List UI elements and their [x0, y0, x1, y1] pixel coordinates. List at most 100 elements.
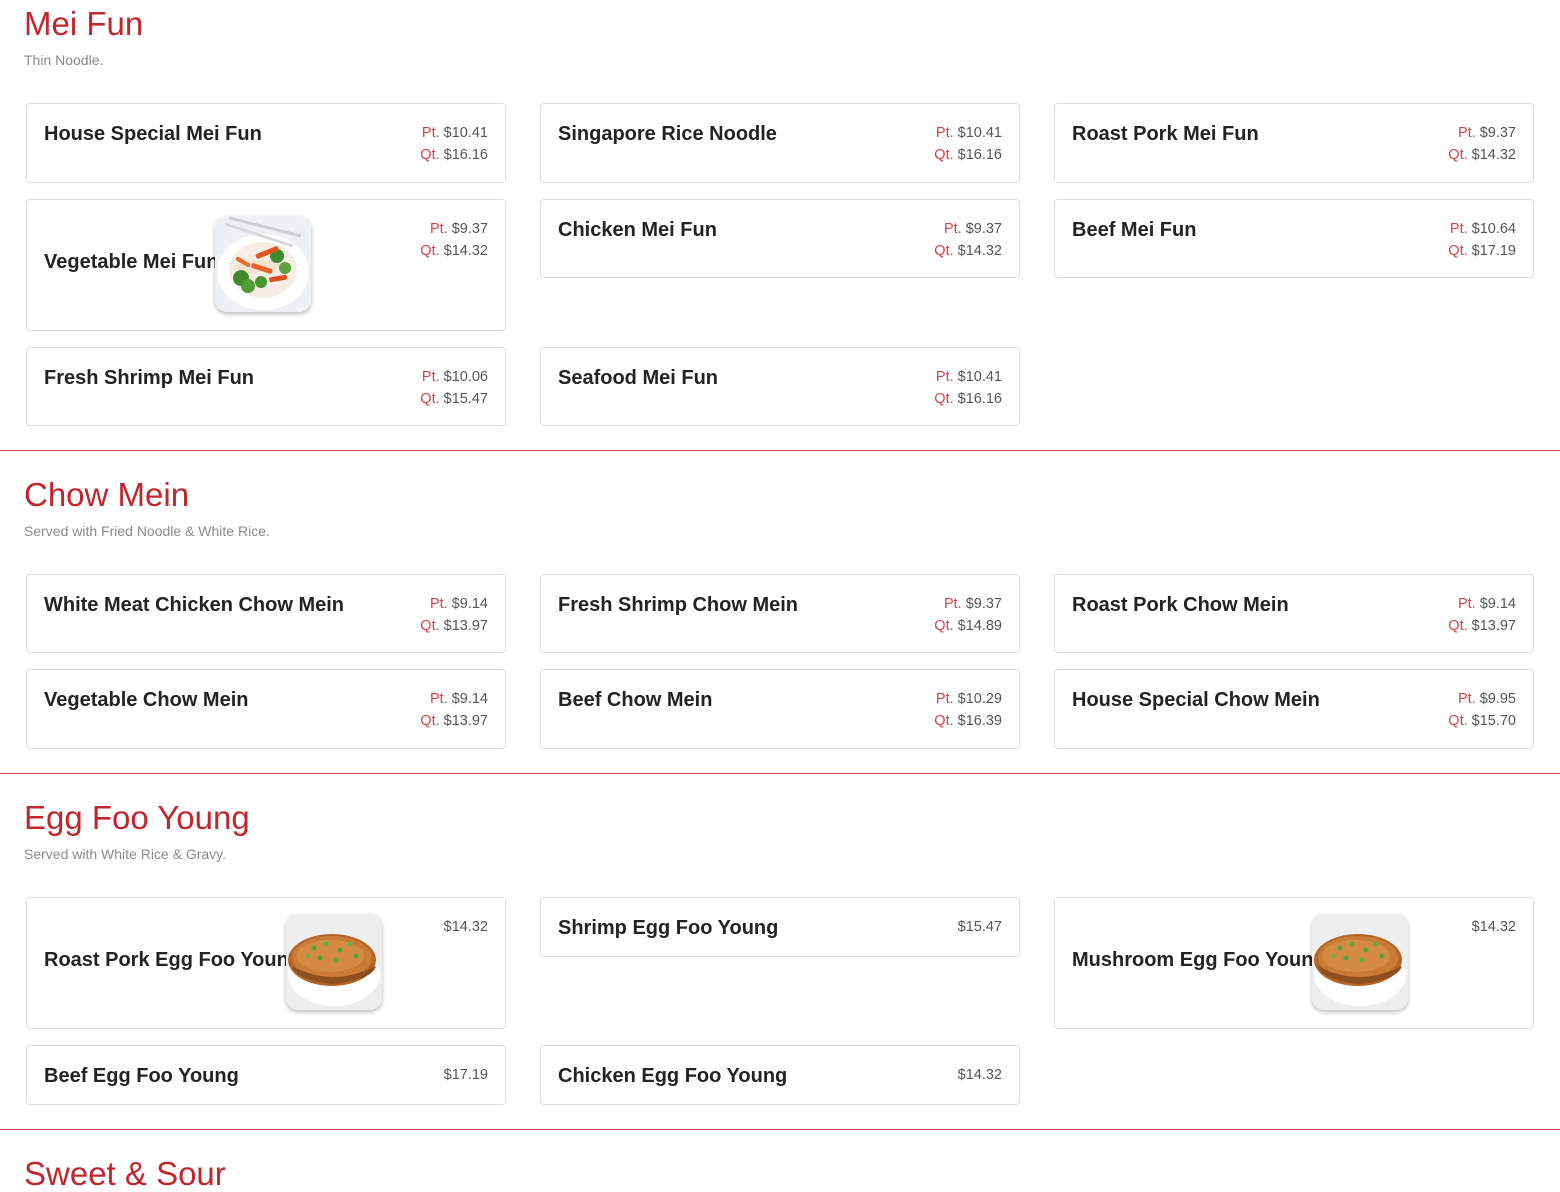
item-name: Fresh Shrimp Chow Mein [558, 594, 799, 616]
section-description: Served with White Rice & Gravy. [24, 846, 227, 862]
item-name: Seafood Mei Fun [558, 367, 718, 389]
item-prices: Pt. $9.14 Qt. $13.97 [420, 594, 488, 637]
pint-price: $9.14 [1479, 596, 1516, 612]
quart-price: $14.32 [1471, 146, 1516, 163]
item-prices: $14.32 [444, 917, 488, 939]
menu-item-card[interactable]: Fresh Shrimp Chow Mein Pt. $9.37 Qt. $14.8… [540, 574, 1020, 653]
item-prices: Pt. $9.37 Qt. $14.32 [1448, 123, 1516, 166]
section-title: Sweet & Sour [24, 1155, 226, 1192]
quart-label: Qt. [1448, 712, 1468, 729]
section-mei-fun: Mei Fun Thin Noodle. House Special Mei F… [0, 0, 1560, 451]
quart-label: Qt. [934, 617, 954, 634]
quart-price: $16.16 [443, 146, 488, 163]
quart-label: Qt. [420, 146, 440, 163]
item-name: Roast Pork Egg Foo Young [44, 949, 302, 971]
item-name: Roast Pork Chow Mein [1072, 594, 1289, 616]
item-prices: Pt. $9.95 Qt. $15.70 [1448, 689, 1516, 732]
pint-price: $10.29 [957, 691, 1002, 707]
menu-item-card[interactable]: Roast Pork Egg Foo Young $14.32 [26, 897, 506, 1029]
pint-price: $9.14 [451, 596, 488, 612]
pint-label: Pt. [429, 221, 448, 237]
quart-price: $14.32 [957, 242, 1002, 259]
section-sweet-and-sour: Sweet & Sour [0, 1130, 1560, 1190]
item-prices: Pt. $10.41 Qt. $16.16 [934, 123, 1002, 166]
pint-price: $9.37 [1479, 125, 1516, 141]
pint-label: Pt. [1457, 596, 1476, 612]
menu-item-card[interactable]: Seafood Mei Fun Pt. $10.41 Qt. $16.16 [540, 347, 1020, 426]
quart-price: $13.97 [1471, 617, 1516, 634]
pint-label: Pt. [935, 691, 954, 707]
item-name: Chicken Mei Fun [558, 219, 717, 241]
item-name: Vegetable Mei Fun [44, 251, 219, 273]
menu-item-card[interactable]: Shrimp Egg Foo Young $15.47 [540, 897, 1020, 957]
quart-label: Qt. [420, 390, 440, 407]
pint-price: $9.37 [965, 596, 1002, 612]
item-name: Roast Pork Mei Fun [1072, 123, 1259, 145]
egg-foo-young-photo[interactable] [286, 914, 382, 1010]
item-prices: Pt. $10.41 Qt. $16.16 [420, 123, 488, 166]
section-title: Egg Foo Young [24, 799, 250, 836]
item-prices: Pt. $9.37 Qt. $14.32 [420, 219, 488, 262]
item-name: Singapore Rice Noodle [558, 123, 777, 145]
quart-price: $16.16 [957, 390, 1002, 407]
item-prices: $14.32 [958, 1065, 1002, 1087]
pint-label: Pt. [935, 125, 954, 141]
quart-price: $16.16 [957, 146, 1002, 163]
quart-price: $14.32 [443, 242, 488, 259]
item-name: Chicken Egg Foo Young [558, 1065, 788, 1087]
pint-label: Pt. [429, 596, 448, 612]
item-price: $15.47 [957, 919, 1002, 935]
quart-price: $13.97 [443, 712, 488, 729]
item-name: Fresh Shrimp Mei Fun [44, 367, 255, 389]
pint-label: Pt. [935, 369, 954, 385]
pint-label: Pt. [943, 221, 962, 237]
menu-item-card[interactable]: House Special Chow Mein Pt. $9.95 Qt. $15.… [1054, 669, 1534, 749]
item-prices: $17.19 [444, 1065, 488, 1087]
menu-item-card[interactable]: Fresh Shrimp Mei Fun Pt. $10.06 Qt. $15.47 [26, 347, 506, 426]
item-prices: Pt. $10.41 Qt. $16.16 [934, 367, 1002, 410]
pint-price: $10.06 [443, 369, 488, 385]
pint-label: Pt. [1457, 691, 1476, 707]
menu-item-card[interactable]: Beef Mei Fun Pt. $10.64 Qt. $17.19 [1054, 199, 1534, 278]
quart-label: Qt. [934, 242, 954, 259]
pint-price: $9.37 [965, 221, 1002, 237]
menu-item-card[interactable]: House Special Mei Fun Pt. $10.41 Qt. $16.1… [26, 103, 506, 183]
menu-item-card[interactable]: Vegetable Chow Mein Pt. $9.14 Qt. $13.97 [26, 669, 506, 749]
menu-item-card[interactable]: White Meat Chicken Chow Mein Pt. $9.14 Qt… [26, 574, 506, 653]
menu-item-card[interactable]: Chicken Egg Foo Young $14.32 [540, 1045, 1020, 1105]
menu-item-card[interactable]: Mushroom Egg Foo Young $14.32 [1054, 897, 1534, 1029]
section-description: Served with Fried Noodle & White Rice. [24, 523, 270, 539]
menu-item-card[interactable]: Roast Pork Chow Mein Pt. $9.14 Qt. $13.97 [1054, 574, 1534, 653]
item-price: $17.19 [443, 1067, 488, 1083]
quart-price: $15.70 [1471, 712, 1516, 729]
quart-label: Qt. [1448, 146, 1468, 163]
menu-item-card[interactable]: Roast Pork Mei Fun Pt. $9.37 Qt. $14.32 [1054, 103, 1534, 183]
pint-label: Pt. [421, 369, 440, 385]
pint-price: $9.37 [451, 221, 488, 237]
item-prices: Pt. $10.29 Qt. $16.39 [934, 689, 1002, 732]
quart-label: Qt. [934, 712, 954, 729]
section-chow-mein: Chow Mein Served with Fried Noodle & Whi… [0, 451, 1560, 773]
item-name: Beef Chow Mein [558, 689, 713, 711]
quart-price: $16.39 [957, 712, 1002, 729]
item-prices: Pt. $9.37 Qt. $14.89 [934, 594, 1002, 637]
section-egg-foo-young: Egg Foo Young Served with White Rice & G… [0, 774, 1560, 1129]
item-name: House Special Chow Mein [1072, 689, 1320, 711]
quart-label: Qt. [1448, 242, 1468, 259]
pint-price: $10.41 [443, 125, 488, 141]
menu-item-card[interactable]: Chicken Mei Fun Pt. $9.37 Qt. $14.32 [540, 199, 1020, 278]
item-prices: Pt. $10.64 Qt. $17.19 [1448, 219, 1516, 262]
item-prices: Pt. $9.37 Qt. $14.32 [934, 219, 1002, 262]
menu-item-card[interactable]: Beef Egg Foo Young $17.19 [26, 1045, 506, 1105]
pint-label: Pt. [421, 125, 440, 141]
item-name: Shrimp Egg Foo Young [558, 917, 779, 939]
vegetable-mei-fun-photo[interactable] [215, 216, 311, 312]
menu-item-card[interactable]: Beef Chow Mein Pt. $10.29 Qt. $16.39 [540, 669, 1020, 749]
menu-item-card[interactable]: Singapore Rice Noodle Pt. $10.41 Qt. $16.1… [540, 103, 1020, 183]
quart-label: Qt. [420, 242, 440, 259]
menu-item-card[interactable]: Vegetable Mei Fun Pt. $9.37 Qt. $14.32 [26, 199, 506, 331]
section-title: Mei Fun [24, 5, 144, 42]
egg-foo-young-photo[interactable] [1312, 914, 1408, 1010]
item-name: Beef Mei Fun [1072, 219, 1197, 241]
pint-price: $9.14 [451, 691, 488, 707]
